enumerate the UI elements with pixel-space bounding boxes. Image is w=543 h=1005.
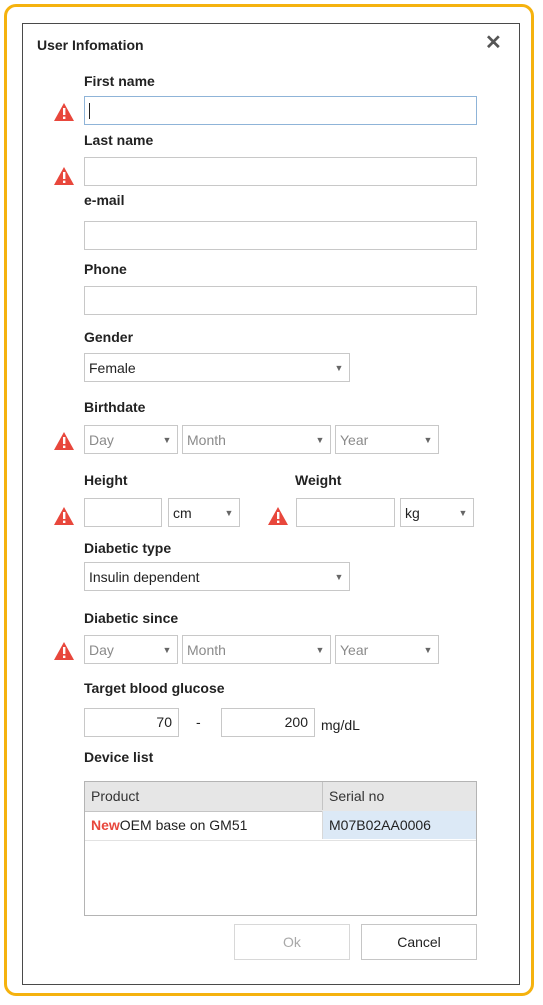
- warning-triangle-icon: [54, 103, 74, 121]
- height-label: Height: [84, 472, 128, 488]
- diabetic-type-value: Insulin dependent: [89, 568, 200, 585]
- diabetic-since-year-select[interactable]: Year ▼: [335, 635, 439, 664]
- chevron-down-icon: ▼: [224, 507, 234, 518]
- diabetic-since-year-value: Year: [340, 641, 369, 658]
- first-name-label: First name: [84, 73, 155, 89]
- diabetic-type-select[interactable]: Insulin dependent ▼: [84, 562, 350, 591]
- diabetic-since-month-select[interactable]: Month ▼: [182, 635, 331, 664]
- serial-cell: M07B02AA0006: [323, 811, 476, 839]
- chevron-down-icon: ▼: [458, 507, 468, 518]
- diabetic-since-day-select[interactable]: Day ▼: [84, 635, 178, 664]
- warning-triangle-icon: [54, 167, 74, 185]
- height-unit-value: cm: [173, 504, 192, 521]
- last-name-label: Last name: [84, 132, 154, 148]
- diabetic-since-month-value: Month: [187, 641, 226, 658]
- weight-unit-value: kg: [405, 504, 420, 521]
- device-list-grid: Product Serial no NewOEM base on GM51 M0…: [84, 781, 477, 916]
- cancel-button[interactable]: Cancel: [361, 924, 477, 960]
- birthdate-year-value: Year: [340, 431, 369, 448]
- email-label: e-mail: [84, 192, 125, 208]
- new-badge: New: [91, 817, 120, 833]
- chevron-down-icon: ▼: [334, 571, 344, 582]
- birthdate-day-value: Day: [89, 431, 114, 448]
- weight-unit-select[interactable]: kg ▼: [400, 498, 474, 527]
- phone-input[interactable]: [84, 286, 477, 315]
- ok-button[interactable]: Ok: [234, 924, 350, 960]
- dialog-title: User Infomation: [37, 37, 144, 53]
- user-information-dialog: User Infomation ✕ First name Last name e…: [22, 23, 520, 985]
- birthdate-label: Birthdate: [84, 399, 146, 415]
- product-cell: NewOEM base on GM51: [85, 811, 323, 839]
- gender-label: Gender: [84, 329, 134, 345]
- target-glucose-label: Target blood glucose: [84, 680, 225, 696]
- height-input[interactable]: [84, 498, 162, 527]
- diabetic-since-label: Diabetic since: [84, 610, 179, 626]
- glucose-low-input[interactable]: 70: [84, 708, 179, 737]
- glucose-unit-label: mg/dL: [321, 717, 360, 733]
- warning-triangle-icon: [54, 507, 74, 525]
- weight-input[interactable]: [296, 498, 395, 527]
- column-header-serial[interactable]: Serial no: [323, 782, 476, 810]
- product-name: OEM base on GM51: [119, 817, 248, 833]
- column-header-product[interactable]: Product: [85, 782, 323, 810]
- chevron-down-icon: ▼: [315, 434, 325, 445]
- diabetic-type-label: Diabetic type: [84, 540, 172, 556]
- grid-header: Product Serial no: [85, 782, 476, 812]
- gender-value: Female: [89, 359, 136, 376]
- weight-label: Weight: [295, 472, 342, 488]
- chevron-down-icon: ▼: [423, 434, 433, 445]
- gender-select[interactable]: Female ▼: [84, 353, 350, 382]
- first-name-input[interactable]: [84, 96, 477, 125]
- birthdate-month-value: Month: [187, 431, 226, 448]
- warning-triangle-icon: [54, 642, 74, 660]
- diabetic-since-day-value: Day: [89, 641, 114, 658]
- text-caret: [89, 103, 90, 119]
- last-name-input[interactable]: [84, 157, 477, 186]
- warning-triangle-icon: [268, 507, 288, 525]
- chevron-down-icon: ▼: [162, 644, 172, 655]
- birthdate-month-select[interactable]: Month ▼: [182, 425, 331, 454]
- email-input[interactable]: [84, 221, 477, 250]
- chevron-down-icon: ▼: [162, 434, 172, 445]
- height-unit-select[interactable]: cm ▼: [168, 498, 240, 527]
- close-icon[interactable]: ✕: [485, 33, 502, 53]
- table-row[interactable]: NewOEM base on GM51 M07B02AA0006: [85, 811, 476, 841]
- birthdate-year-select[interactable]: Year ▼: [335, 425, 439, 454]
- device-list-label: Device list: [84, 749, 154, 765]
- chevron-down-icon: ▼: [315, 644, 325, 655]
- warning-triangle-icon: [54, 432, 74, 450]
- phone-label: Phone: [84, 261, 127, 277]
- chevron-down-icon: ▼: [423, 644, 433, 655]
- chevron-down-icon: ▼: [334, 362, 344, 373]
- glucose-high-input[interactable]: 200: [221, 708, 315, 737]
- birthdate-day-select[interactable]: Day ▼: [84, 425, 178, 454]
- glucose-range-separator: -: [196, 714, 201, 730]
